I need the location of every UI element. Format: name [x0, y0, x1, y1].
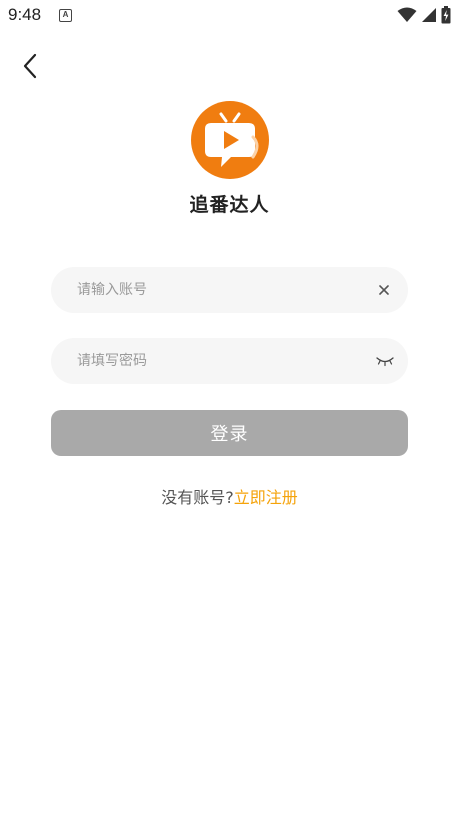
- close-icon: [379, 285, 389, 295]
- login-button[interactable]: 登录: [51, 410, 408, 456]
- chevron-left-icon: [23, 53, 37, 79]
- toggle-password-visibility-button[interactable]: [374, 351, 396, 371]
- register-row: 没有账号?立即注册: [0, 484, 459, 508]
- battery-charging-icon: [441, 6, 451, 24]
- cell-signal-icon: [422, 8, 436, 22]
- account-field: [51, 267, 408, 313]
- password-input[interactable]: [51, 338, 361, 384]
- status-icons: [397, 6, 451, 24]
- tv-play-logo-icon: [191, 101, 269, 179]
- register-prompt: 没有账号?: [161, 488, 234, 507]
- password-field: [51, 338, 408, 384]
- register-link[interactable]: 立即注册: [234, 488, 298, 507]
- wifi-icon: [397, 7, 417, 22]
- app-logo: [191, 101, 269, 179]
- back-button[interactable]: [14, 50, 46, 82]
- status-bar: 9:48 A: [0, 0, 459, 30]
- account-input[interactable]: [51, 267, 361, 313]
- app-name: 追番达人: [189, 194, 270, 216]
- clear-account-button[interactable]: [374, 280, 394, 300]
- eye-closed-icon: [376, 357, 394, 367]
- notification-a-icon: A: [59, 9, 72, 22]
- status-time: 9:48: [8, 5, 42, 24]
